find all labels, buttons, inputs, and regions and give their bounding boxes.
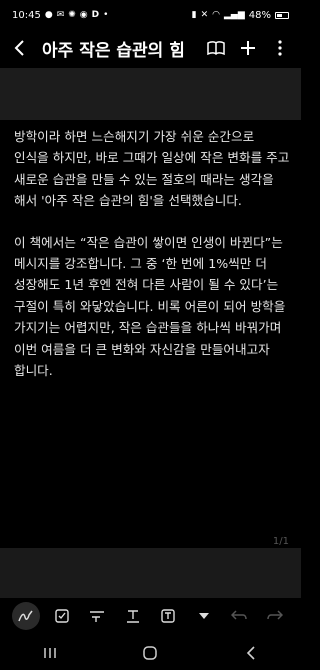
paragraph: 방학이라 하면 느슨해지기 가장 쉬운 순간으로 인식을 하지만, 바로 그때가… [14, 129, 290, 209]
app-bar-actions [207, 39, 293, 57]
dot-icon: • [103, 10, 109, 20]
text-underline-icon[interactable] [119, 602, 147, 630]
dropdown-arrow-icon[interactable] [190, 602, 218, 630]
system-nav-bar [0, 636, 301, 670]
d-icon: D [91, 10, 100, 20]
format-toolbar [0, 600, 301, 632]
mute-icon: ✕ [200, 10, 209, 20]
recent-apps-icon[interactable] [30, 641, 70, 665]
battery-icon [275, 11, 289, 19]
nav-back-icon[interactable] [231, 641, 271, 665]
sync-icon: ✺ [68, 10, 76, 20]
status-left: 10:45 ● ✉ ✺ ◉ D • [12, 10, 108, 21]
note-body[interactable]: 방학이라 하면 느슨해지기 가장 쉬운 순간으로 인식을 하지만, 바로 그때가… [14, 126, 290, 401]
back-icon[interactable] [8, 36, 32, 60]
home-icon[interactable] [130, 641, 170, 665]
signal-icon: ▂▄▆ [224, 10, 245, 20]
battery-percent: 48% [248, 9, 271, 21]
redo-icon[interactable] [261, 602, 289, 630]
status-bar: 10:45 ● ✉ ✺ ◉ D • ▮ ✕ ◠ ▂▄▆ 48% [0, 0, 301, 30]
text-style-icon[interactable] [83, 602, 111, 630]
silent-icon: ▮ [191, 10, 197, 20]
text-box-icon[interactable] [154, 602, 182, 630]
page-indicator: 1/1 [272, 536, 289, 547]
paragraph: 이 책에서는 “작은 습관이 쌓이면 인생이 바뀐다”는 메시지를 강조합니다.… [14, 234, 286, 379]
wifi-icon: ◠ [212, 10, 220, 20]
bottom-band [0, 548, 301, 598]
chat-icon: ● [44, 10, 53, 20]
status-right: ▮ ✕ ◠ ▂▄▆ 48% [192, 10, 289, 21]
book-icon[interactable] [207, 39, 225, 57]
pen-icon[interactable] [12, 602, 40, 630]
page-title: 아주 작은 습관의 힘 [42, 40, 185, 61]
email-icon: ✉ [56, 10, 65, 20]
more-options-icon[interactable] [271, 39, 289, 57]
undo-icon[interactable] [225, 602, 253, 630]
notification-icon: ◉ [79, 10, 88, 20]
checkbox-icon[interactable] [48, 602, 76, 630]
add-icon[interactable] [239, 39, 257, 57]
status-time: 10:45 [12, 9, 41, 21]
app-bar: 아주 작은 습관의 힘 [0, 30, 301, 66]
title-band [0, 68, 301, 120]
